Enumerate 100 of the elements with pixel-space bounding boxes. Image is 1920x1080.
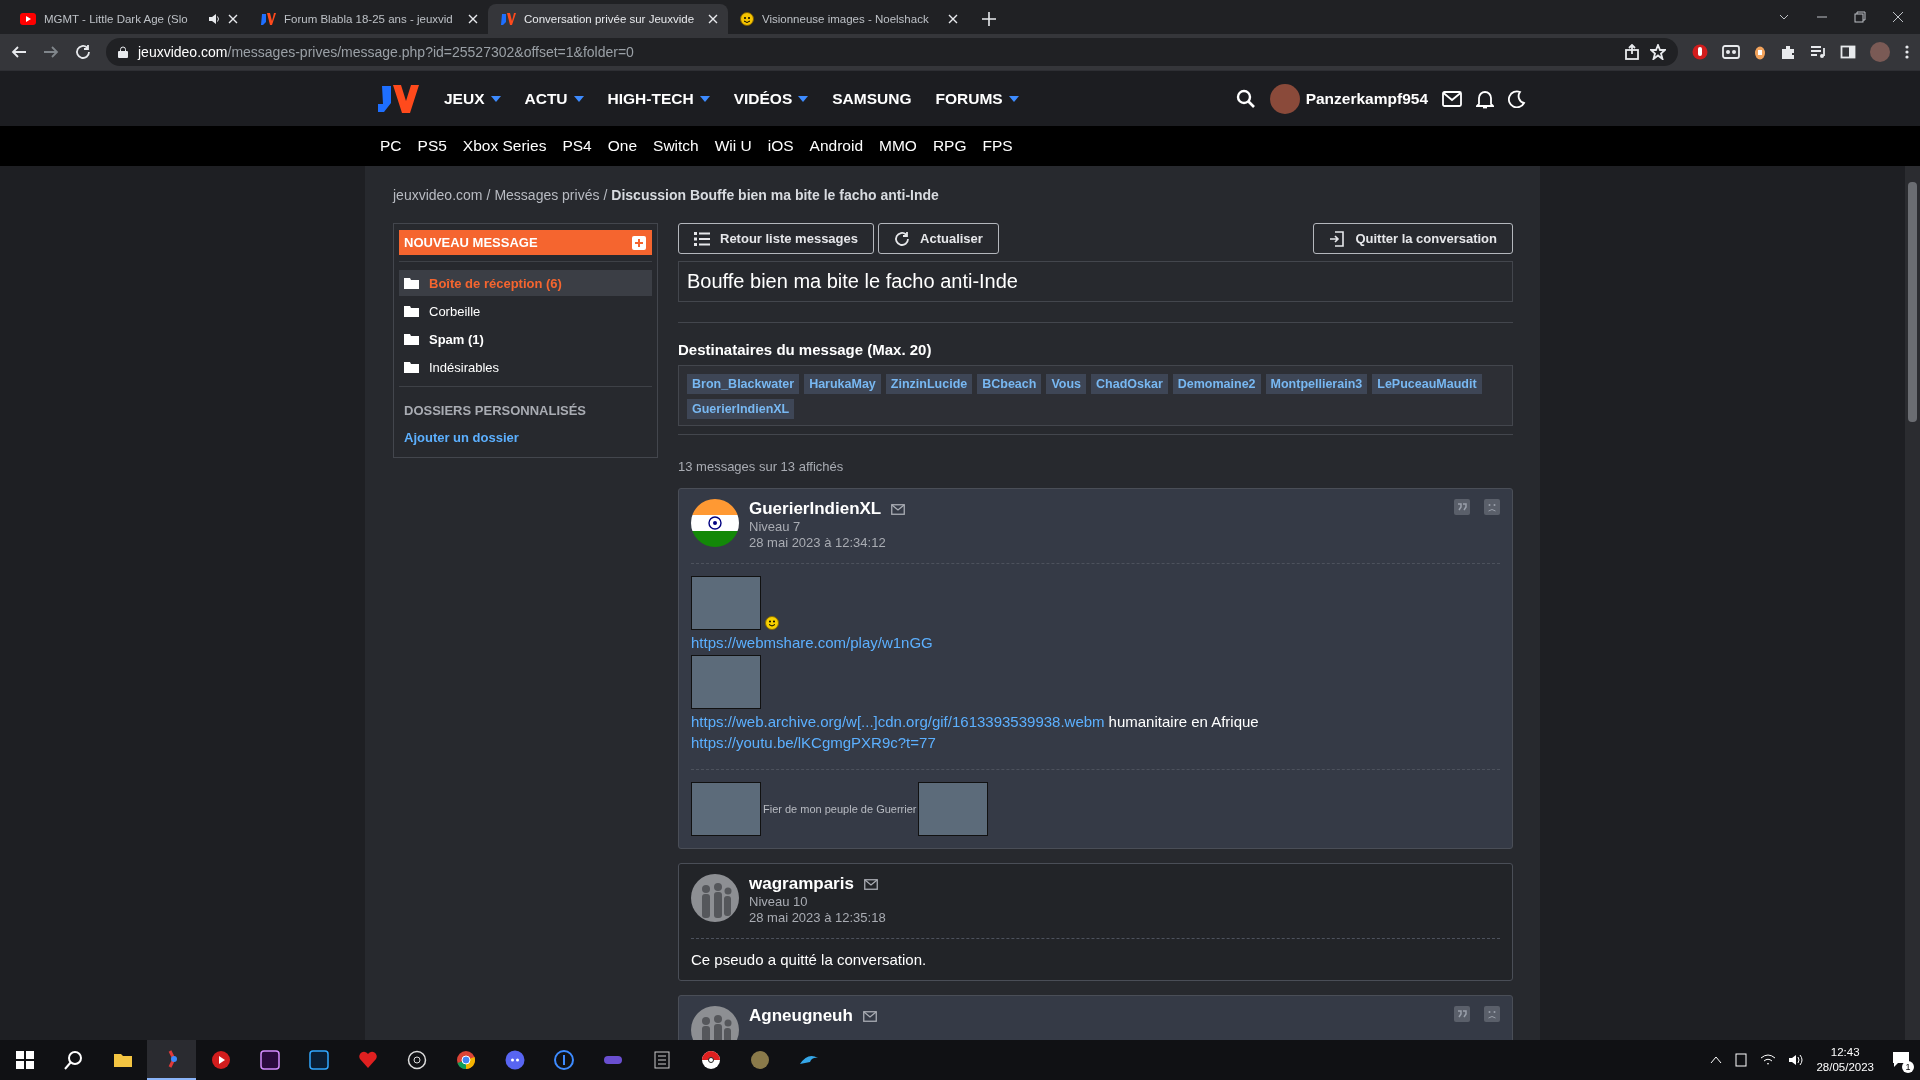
author-name[interactable]: GuerierIndienXL (749, 499, 882, 519)
breadcrumb-link[interactable]: Messages privés (494, 187, 600, 203)
side-panel-icon[interactable] (1840, 44, 1856, 60)
chevron-up-icon[interactable] (1710, 1055, 1723, 1065)
refresh-button[interactable]: Actualiser (878, 223, 999, 254)
list-icon (694, 231, 710, 246)
browser-tab[interactable]: MGMT - Little Dark Age (Slo (8, 4, 248, 34)
platform-link[interactable]: RPG (932, 137, 967, 155)
report-icon[interactable] (1484, 1006, 1500, 1022)
platform-link[interactable]: MMO (879, 137, 917, 155)
breadcrumb-link[interactable]: jeuxvideo.com (393, 187, 483, 203)
folder-item[interactable]: Spam (1) (399, 326, 652, 352)
platform-link[interactable]: PC (380, 137, 402, 155)
play-icon[interactable] (210, 1050, 231, 1070)
aperture-icon[interactable] (406, 1050, 427, 1070)
back-to-list-button[interactable]: Retour liste messages (678, 223, 874, 254)
browser-tab[interactable]: Visionneuse images - Noelshack (728, 4, 968, 34)
platform-link[interactable]: One (607, 137, 638, 155)
nav-menu-item[interactable]: FORUMS (935, 89, 1019, 108)
link[interactable]: https://web.archive.org/w[...]cdn.org/gif/1613393539938.webm (691, 713, 1105, 730)
app-icon[interactable] (553, 1050, 574, 1070)
platform-link[interactable]: FPS (982, 137, 1013, 155)
flag-avatar-icon[interactable] (691, 499, 739, 547)
device-icon[interactable] (1734, 1053, 1749, 1067)
nav-menu-item[interactable]: HIGH-TECH (607, 89, 710, 108)
extension-icon[interactable] (1754, 44, 1766, 60)
folder-item[interactable]: Corbeille (399, 298, 652, 324)
recipient-tag[interactable]: LePuceauMaudit (1372, 374, 1482, 394)
wifi-icon[interactable] (1760, 1053, 1777, 1067)
extension-icon[interactable] (1692, 44, 1708, 60)
moon-icon[interactable] (1508, 89, 1526, 108)
app-icon[interactable] (651, 1050, 672, 1070)
mail-icon[interactable] (863, 878, 878, 890)
platform-link[interactable]: Android (809, 137, 864, 155)
clock[interactable]: 12:43 28/05/2023 (1816, 1045, 1874, 1075)
browser-tab[interactable]: Conversation privée sur Jeuxvide (488, 4, 728, 34)
browser-tab[interactable]: Forum Blabla 18-25 ans - jeuxvid (248, 4, 488, 34)
nav-menu-item[interactable]: ACTU (524, 89, 584, 108)
recipient-tag[interactable]: Bron_Blackwater (687, 374, 800, 394)
star-icon[interactable] (1650, 44, 1666, 60)
share-icon[interactable] (1624, 44, 1640, 60)
new-tab-icon[interactable] (982, 12, 996, 26)
photo-placeholder[interactable] (691, 655, 761, 709)
extension-icon[interactable] (1722, 44, 1740, 60)
pokeball-icon[interactable] (700, 1050, 721, 1070)
smiley-icon (765, 616, 779, 630)
nav-menu-item[interactable]: JEUX (444, 89, 501, 108)
recipient-tag[interactable]: Vous (1046, 374, 1087, 394)
jv-logo[interactable] (378, 82, 420, 115)
link[interactable]: https://youtu.be/lKCgmgPXR9c?t=77 (691, 734, 936, 751)
recipient-tag[interactable]: Demomaine2 (1172, 374, 1261, 394)
report-icon[interactable] (1484, 499, 1500, 515)
playlist-icon[interactable] (1810, 44, 1826, 60)
nav-menu-item[interactable]: SAMSUNG (832, 89, 912, 108)
bell-icon[interactable] (1476, 88, 1494, 109)
avatar-icon[interactable] (691, 874, 739, 922)
folder-icon (404, 333, 419, 345)
search-icon[interactable] (1235, 88, 1256, 109)
message-count: 13 messages sur 13 affichés (678, 459, 845, 474)
reload-icon[interactable] (74, 43, 92, 61)
platform-link[interactable]: PS5 (417, 137, 447, 155)
leave-conversation-button[interactable]: Quitter la conversation (1313, 223, 1513, 254)
platform-link[interactable]: Switch (653, 137, 699, 155)
recipient-tag[interactable]: ChadOskar (1091, 374, 1168, 394)
heart-icon[interactable] (357, 1050, 378, 1070)
author-name[interactable]: wagramparis (749, 874, 854, 894)
address-bar[interactable]: jeuxvideo.com/messages-prives/message.php?id=25527302&offset=1&folder=0 (106, 38, 1678, 66)
puzzle-icon[interactable] (1780, 44, 1796, 60)
platform-link[interactable]: PS4 (562, 137, 592, 155)
message-text: humanitaire en Afrique (1108, 713, 1259, 730)
recipient-tag[interactable]: Montpellierain3 (1265, 374, 1368, 394)
platform-link[interactable]: iOS (767, 137, 794, 155)
photo-placeholder[interactable] (691, 576, 761, 630)
photo-placeholder[interactable] (918, 782, 989, 836)
link[interactable]: https://webmshare.com/play/w1nGG (691, 634, 933, 651)
platform-link[interactable]: Wii U (714, 137, 752, 155)
speaker-icon[interactable] (208, 13, 220, 25)
quote-icon[interactable] (1454, 499, 1470, 515)
youtube-icon (20, 13, 36, 25)
more-icon[interactable] (1904, 44, 1910, 60)
recipient-tag[interactable]: BCbeach (977, 374, 1042, 394)
recipient-tag[interactable]: HarukaMay (804, 374, 881, 394)
scrollbar-thumb[interactable] (1908, 182, 1917, 422)
nav-menu-item[interactable]: VIDÉOS (733, 89, 809, 108)
author-name[interactable]: Agneugneuh (749, 1006, 853, 1026)
recipient-tag[interactable]: GuerierIndienXL (687, 399, 795, 419)
notification-button[interactable]: 1 (1892, 1050, 1910, 1070)
user-menu[interactable]: Panzerkampf954 (1269, 83, 1428, 114)
add-folder-link[interactable]: Ajouter un dossier (399, 430, 652, 445)
recipient-tag[interactable]: ZinzinLucide (885, 374, 973, 394)
restore-icon[interactable] (1854, 11, 1866, 23)
chrome-icon[interactable] (455, 1050, 476, 1070)
platform-link[interactable]: Xbox Series (462, 137, 547, 155)
folder-item[interactable]: Indésirables (399, 354, 652, 380)
search-icon[interactable] (63, 1050, 84, 1070)
close-icon[interactable] (1892, 11, 1904, 23)
windows-logo-icon[interactable] (14, 1050, 35, 1070)
photo-placeholder[interactable] (691, 782, 761, 836)
volume-icon[interactable] (1788, 1053, 1805, 1067)
quote-icon[interactable] (1454, 1006, 1470, 1022)
